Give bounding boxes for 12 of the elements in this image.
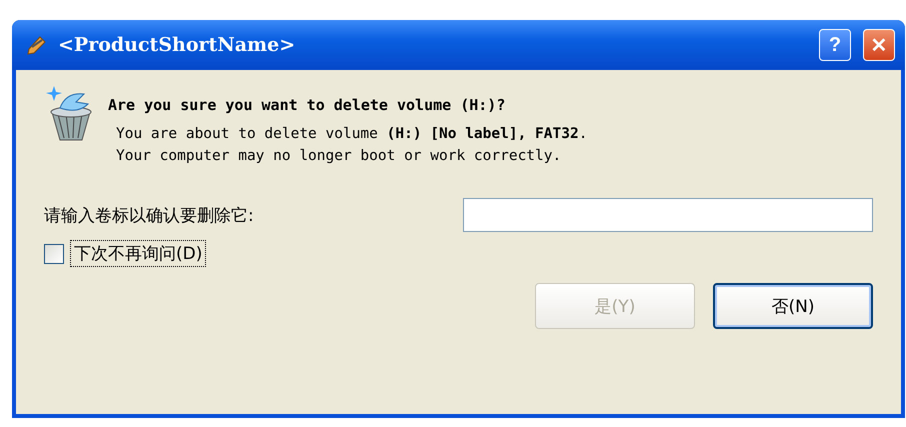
checkbox-label: 下次不再询问(D): [70, 240, 206, 267]
volume-label-field[interactable]: [463, 198, 873, 232]
field-label: 请输入卷标以确认要删除它:: [44, 204, 254, 226]
message-heading: Are you sure you want to delete volume (H:)?: [108, 96, 506, 114]
message-text: Your computer may no longer boot or work correctly.: [115, 148, 562, 164]
window-title: <ProductShortName>: [58, 34, 296, 56]
pencil-icon: [26, 34, 48, 56]
close-button[interactable]: ✕: [863, 29, 895, 61]
message-text: You are about to delete volume (H:) [No label], FAT32.: [115, 126, 588, 142]
checkbox[interactable]: [44, 244, 64, 264]
dialog-button[interactable]: 否(N): [713, 283, 873, 329]
help-button[interactable]: ?: [819, 29, 851, 61]
